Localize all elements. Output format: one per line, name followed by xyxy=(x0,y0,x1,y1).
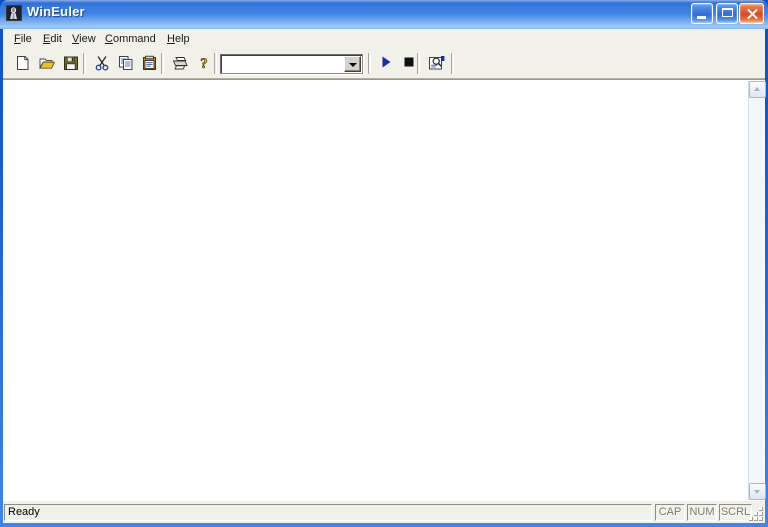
editor-canvas[interactable] xyxy=(3,81,747,500)
application-window: WinEuler File Edit View Command Help ? R… xyxy=(0,0,768,527)
minimize-icon xyxy=(697,16,706,19)
toolbar-separator xyxy=(368,53,371,74)
menu-command-rest: ommand xyxy=(112,33,156,45)
svg-text:?: ? xyxy=(200,56,208,71)
maximize-icon xyxy=(722,8,733,17)
menu-item-edit[interactable]: Edit xyxy=(38,31,67,47)
status-bar: Ready CAP NUM SCRL xyxy=(3,500,765,523)
printer-icon xyxy=(172,57,188,70)
toolbar-separator xyxy=(214,53,217,74)
question-mark-icon: ? xyxy=(200,56,208,71)
menu-item-command[interactable]: Command xyxy=(100,31,161,47)
menu-item-help[interactable]: Help xyxy=(162,31,195,47)
scissors-icon xyxy=(95,56,109,71)
command-dropdown-button[interactable] xyxy=(344,56,361,72)
command-combobox[interactable] xyxy=(220,54,363,74)
menu-view-rest: iew xyxy=(79,33,96,45)
chevron-down-icon xyxy=(349,63,357,67)
status-indicator-scroll-lock: SCRL xyxy=(719,504,752,521)
command-input[interactable] xyxy=(224,57,340,71)
toolbar-separator xyxy=(161,53,164,74)
help-button[interactable]: ? xyxy=(192,52,216,75)
document-magnifier-icon xyxy=(429,56,445,70)
status-message: Ready xyxy=(4,504,652,521)
resize-grip-icon[interactable] xyxy=(749,507,763,521)
menu-help-rest: elp xyxy=(174,33,190,45)
toolbar-separator xyxy=(451,53,454,74)
open-button[interactable] xyxy=(35,52,59,75)
minimize-button[interactable] xyxy=(691,3,713,24)
scroll-up-button[interactable] xyxy=(749,81,766,98)
status-indicator-caps-lock: CAP xyxy=(655,504,685,521)
title-bar[interactable]: WinEuler xyxy=(0,0,768,29)
scroll-down-icon xyxy=(754,490,760,494)
toolbar: ? xyxy=(3,49,765,79)
menu-file-accel: F xyxy=(14,33,21,45)
new-document-icon xyxy=(17,56,29,70)
new-button[interactable] xyxy=(11,52,35,75)
copy-button[interactable] xyxy=(114,52,138,75)
app-icon[interactable] xyxy=(6,5,22,21)
open-folder-icon xyxy=(38,58,55,70)
toolbar-separator xyxy=(417,53,420,74)
copy-icon xyxy=(119,56,133,70)
save-button[interactable] xyxy=(59,52,83,75)
scrollbar-track[interactable] xyxy=(749,98,765,483)
run-button[interactable] xyxy=(374,52,398,75)
maximize-button[interactable] xyxy=(716,3,738,24)
paste-button[interactable] xyxy=(138,52,162,75)
menu-help-accel: H xyxy=(167,33,175,45)
play-triangle-icon xyxy=(382,56,391,68)
menu-edit-rest: dit xyxy=(50,33,62,45)
menu-item-view[interactable]: View xyxy=(67,31,101,47)
cut-button[interactable] xyxy=(90,52,114,75)
close-button[interactable] xyxy=(739,3,764,24)
client-area xyxy=(3,79,766,500)
toolbar-separator xyxy=(83,53,86,74)
title-bar-highlight xyxy=(0,0,768,3)
print-button[interactable] xyxy=(168,52,192,75)
menu-item-file[interactable]: File xyxy=(9,31,37,47)
stop-square-icon xyxy=(404,57,414,67)
menu-file-rest: ile xyxy=(20,33,32,45)
inspect-button[interactable] xyxy=(425,52,449,75)
save-floppy-icon xyxy=(64,56,78,70)
scroll-down-button[interactable] xyxy=(749,483,766,500)
window-title: WinEuler xyxy=(27,4,85,19)
scroll-up-icon xyxy=(754,87,760,91)
menu-bar: File Edit View Command Help xyxy=(3,29,765,49)
paste-clipboard-icon xyxy=(143,55,156,70)
status-indicator-num-lock: NUM xyxy=(687,504,717,521)
menu-command-accel: C xyxy=(105,33,113,45)
vertical-scrollbar[interactable] xyxy=(748,81,766,500)
